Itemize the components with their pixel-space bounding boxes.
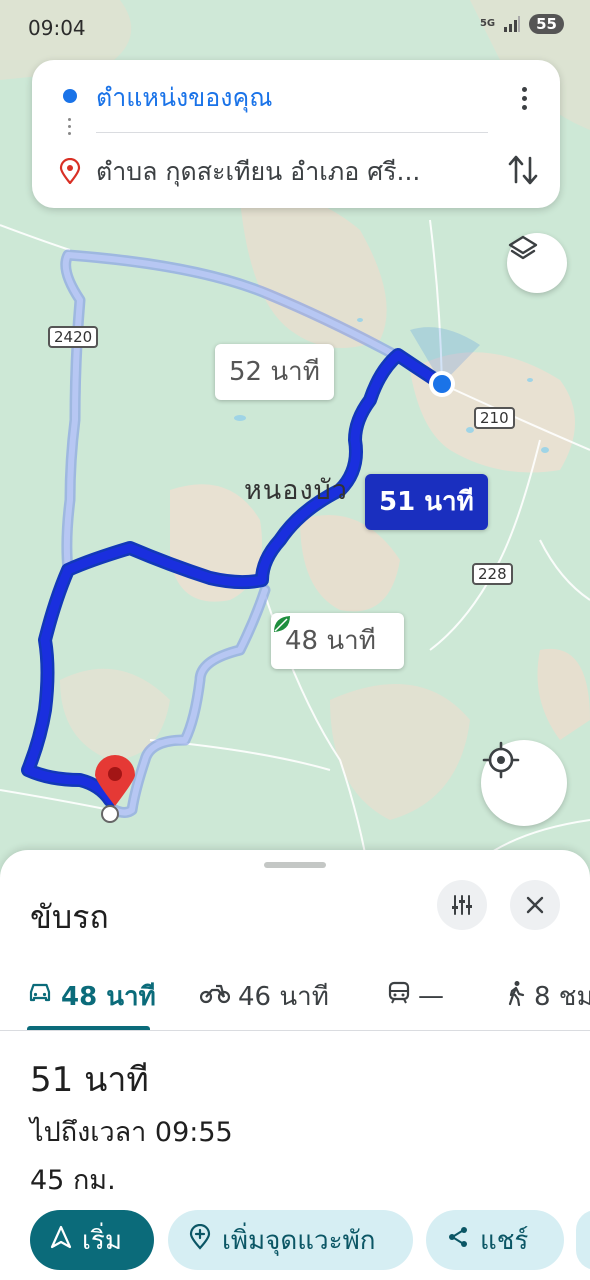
tab-transit[interactable]: — — [388, 960, 444, 1032]
more-actions-button[interactable] — [576, 1210, 590, 1270]
origin-field[interactable]: ตำแหน่งของคุณ — [96, 78, 272, 118]
arrival-time: ไปถึงเวลา 09:55 — [30, 1117, 233, 1148]
alt-route-label-text: 48 นาที — [285, 626, 376, 656]
alt-route-label-48[interactable]: 48 นาที — [271, 613, 405, 669]
route-connector-icon — [68, 118, 72, 139]
origin-dot-icon — [63, 89, 77, 103]
start-button[interactable]: เริ่ม — [30, 1210, 154, 1270]
tab-drive[interactable]: 48 นาที — [27, 960, 156, 1032]
navigation-arrow-icon — [50, 1225, 72, 1256]
road-badge-228: 228 — [472, 563, 513, 585]
sheet-drag-handle[interactable] — [264, 862, 326, 868]
travel-mode-tabs: 48 นาที 46 นาที — 8 ชม — [0, 960, 590, 1032]
alt-route-label-52[interactable]: 52 นาที — [215, 344, 334, 400]
add-stop-button-label: เพิ่มจุดแวะพัก — [222, 1225, 376, 1256]
share-icon — [446, 1225, 470, 1256]
route-duration: 51 นาที — [30, 1060, 149, 1100]
directions-search-card: ตำแหน่งของคุณ ตำบล กุดสะเทียน อำเภอ ศรี.… — [32, 60, 560, 208]
add-stop-button[interactable]: เพิ่มจุดแวะพัก — [168, 1210, 413, 1270]
motorcycle-icon — [199, 981, 231, 1011]
signal-icon — [503, 16, 521, 32]
clock: 09:04 — [28, 16, 86, 40]
alt-route-label-text: 52 นาที — [229, 357, 320, 387]
tabs-divider — [0, 1030, 590, 1031]
selected-route-label-text: 51 นาที — [379, 487, 474, 517]
add-stop-icon — [188, 1223, 212, 1257]
destination-field[interactable]: ตำบล กุดสะเทียน อำเภอ ศรี... — [96, 152, 420, 192]
divider — [96, 132, 488, 133]
tab-motorcycle-label: 46 นาที — [238, 981, 329, 1012]
road-badge-210: 210 — [474, 407, 515, 429]
tab-motorcycle[interactable]: 46 นาที — [199, 960, 329, 1032]
battery-indicator: 55 — [529, 14, 564, 34]
my-location-icon[interactable] — [481, 740, 567, 826]
tab-transit-label: — — [418, 981, 444, 1011]
share-button-label: แชร์ — [480, 1225, 529, 1256]
sheet-title: ขับรถ — [30, 898, 109, 936]
map-view[interactable]: 09:04 5G 55 ตำแหน่งของคุณ ตำบล กุดสะเทีย… — [0, 0, 590, 880]
directions-bottom-sheet: ขับรถ 48 นาที 46 นาที — 8 ชม 51 นาที ไปถ… — [0, 850, 590, 1280]
network-indicator: 5G — [479, 18, 496, 29]
tab-drive-label: 48 นาที — [61, 981, 156, 1012]
share-button[interactable]: แชร์ — [426, 1210, 564, 1270]
action-bar: เริ่ม เพิ่มจุดแวะพัก แชร์ — [0, 1210, 590, 1270]
close-icon[interactable] — [510, 880, 560, 930]
start-button-label: เริ่ม — [82, 1225, 122, 1256]
road-badge-2420: 2420 — [48, 326, 99, 348]
car-icon — [27, 981, 53, 1012]
tab-walk-label: 8 ชม — [534, 981, 590, 1012]
more-options-icon[interactable] — [512, 80, 536, 116]
transit-icon — [388, 981, 410, 1012]
route-options-icon[interactable] — [437, 880, 487, 930]
route-distance: 45 กม. — [30, 1165, 116, 1196]
selected-route-label[interactable]: 51 นาที — [365, 474, 488, 530]
place-label: หนองบัว — [244, 475, 348, 506]
swap-directions-icon[interactable] — [506, 150, 540, 190]
layers-icon[interactable] — [507, 233, 567, 293]
tab-walk[interactable]: 8 ชม — [506, 960, 590, 1032]
walk-icon — [506, 980, 526, 1013]
status-bar: 09:04 5G 55 — [0, 0, 590, 52]
